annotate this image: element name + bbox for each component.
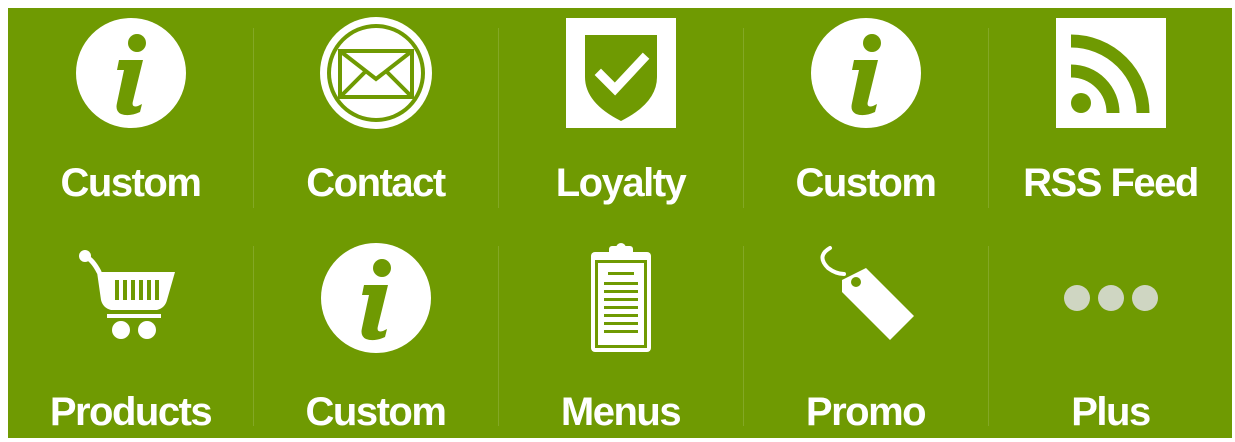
tile-promo[interactable]: Promo [743,223,988,438]
tile-label: Loyalty [555,161,687,205]
tile-custom-1[interactable]: Custom [8,8,253,223]
tile-label: Contact [306,161,446,205]
menu-panel: Custom Contact Loyalty Custom RSS Feed P… [8,8,1232,438]
tile-custom-3[interactable]: Custom [253,223,498,438]
icon-grid: Custom Contact Loyalty Custom RSS Feed P… [8,8,1232,438]
info-icon [8,13,253,133]
tile-label: Products [49,390,213,434]
tile-loyalty[interactable]: Loyalty [498,8,743,223]
tile-rss-feed[interactable]: RSS Feed [988,8,1233,223]
tag-icon [743,238,988,358]
more-dots-icon [988,238,1233,358]
tile-label: Custom [60,161,202,205]
clipboard-icon [498,238,743,358]
tile-plus[interactable]: Plus [988,223,1233,438]
shopping-cart-icon [8,238,253,358]
tile-label: Custom [795,161,937,205]
rss-icon [988,13,1233,133]
tile-label: Menus [560,390,682,434]
tile-products[interactable]: Products [8,223,253,438]
tile-label: Plus [1071,390,1151,434]
envelope-icon [253,13,498,133]
shield-check-icon [498,13,743,133]
tile-label: Custom [305,390,447,434]
tile-label: Promo [805,390,927,434]
tile-custom-2[interactable]: Custom [743,8,988,223]
tile-menus[interactable]: Menus [498,223,743,438]
tile-label: RSS Feed [1023,161,1199,205]
info-icon [253,238,498,358]
info-icon [743,13,988,133]
tile-contact[interactable]: Contact [253,8,498,223]
